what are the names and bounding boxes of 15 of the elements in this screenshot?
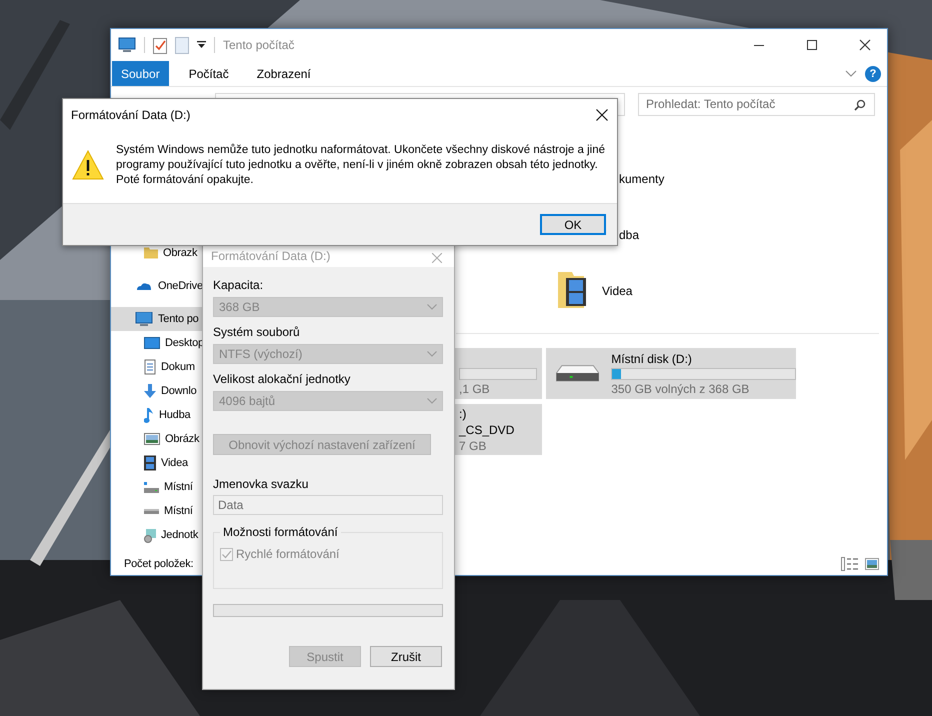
- error-message: Systém Windows nemůže tuto jednotku naformátovat. Ukončete všechny diskové nástroje a jiné programy používající tuto jednotku a ověřte, není-li v jiném okně zobrazen obsah této jednotky. Poté formátování opakujte.: [116, 142, 606, 188]
- drive-label: _CS_DVD: [459, 422, 516, 436]
- window-title: Tento počítač: [223, 38, 294, 52]
- field-label: Velikost alokační jednotky: [213, 372, 350, 387]
- drive-capacity: 350 GB volných z 368 GB: [611, 382, 750, 396]
- drive-name: Místní disk (D:): [611, 352, 693, 366]
- dialog-title: Formátování Data (D:): [211, 249, 330, 263]
- drive-capacity: 7 GB: [459, 438, 488, 452]
- drive-name: :): [459, 406, 468, 420]
- field-label: Kapacita:: [213, 278, 264, 293]
- field-label: Jmenovka svazku: [213, 477, 308, 492]
- item-count: Počet položek:: [124, 558, 194, 570]
- group-title: Možnosti formátování: [220, 525, 341, 539]
- drive-capacity: ,1 GB: [459, 382, 491, 396]
- dialog-title: Formátování Data (D:): [71, 108, 190, 122]
